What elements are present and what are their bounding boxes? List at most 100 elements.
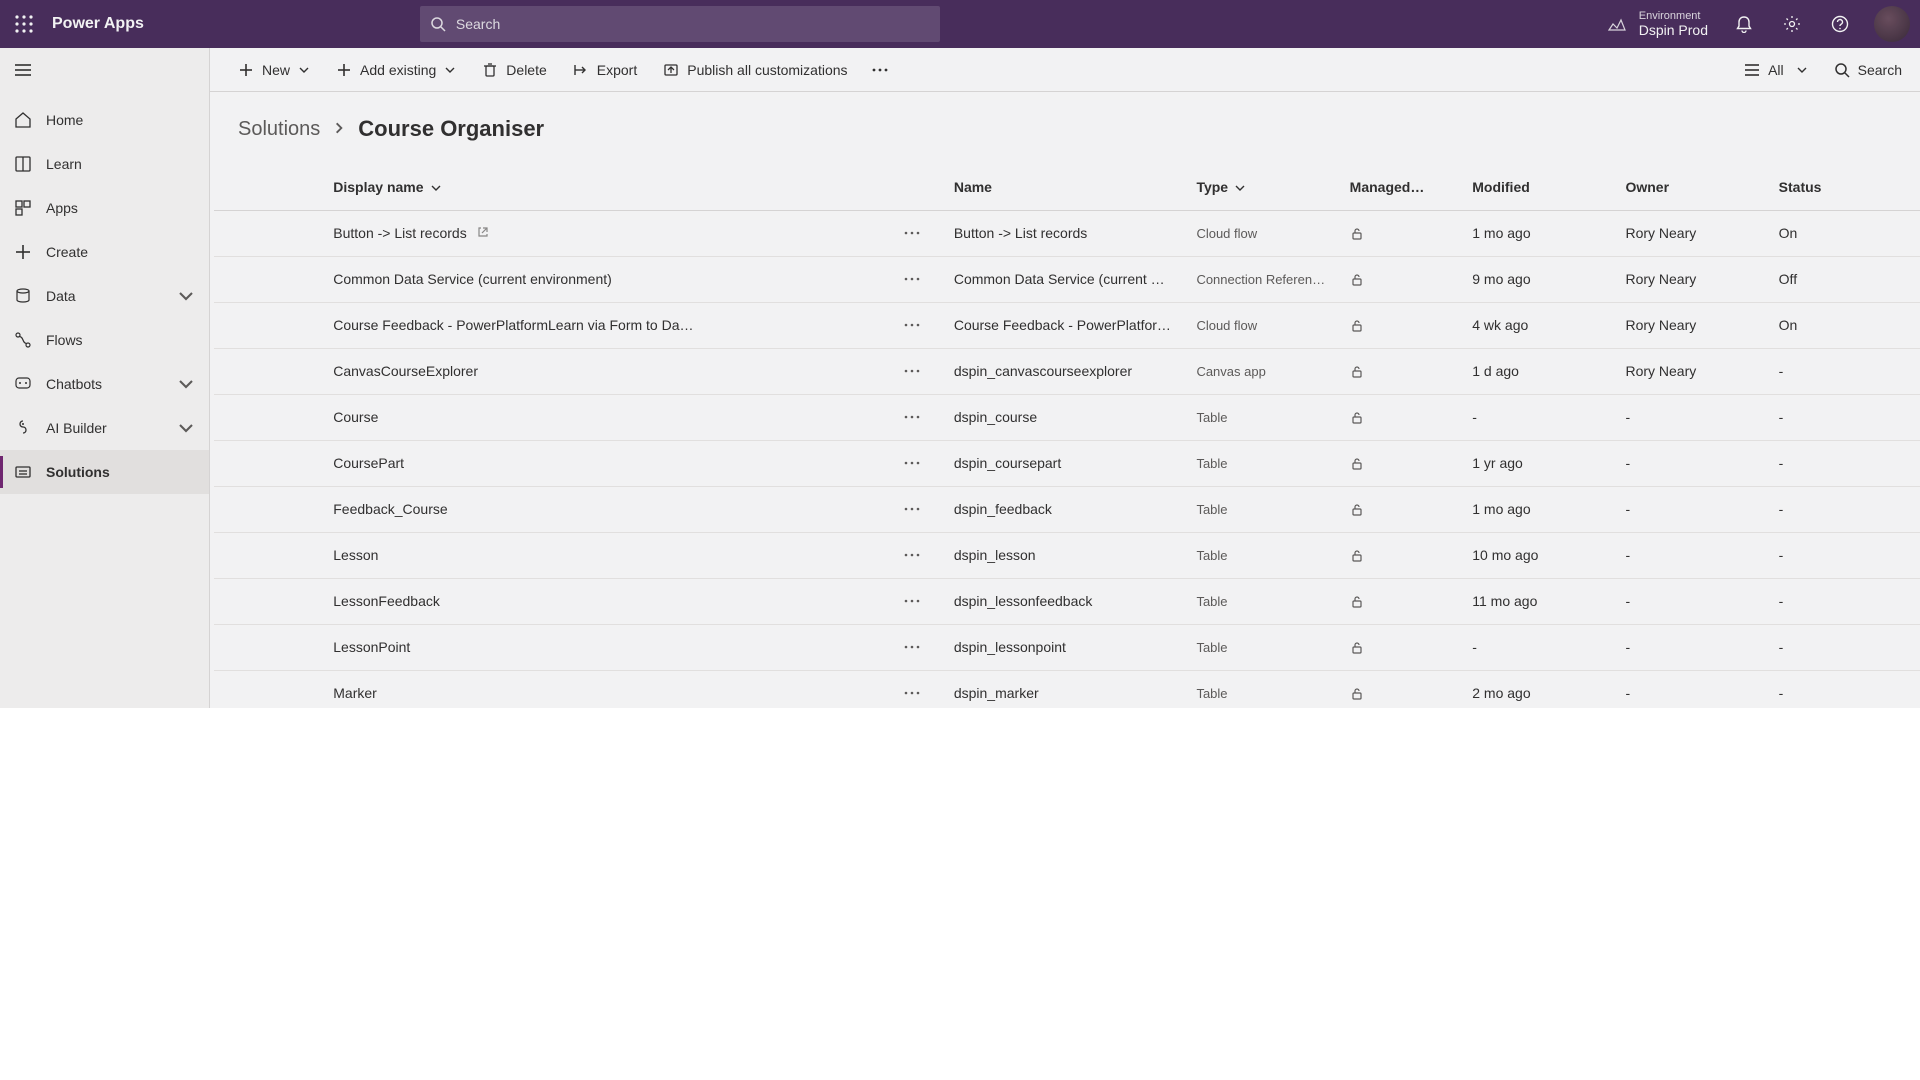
cell-display-name[interactable]: LessonPoint	[321, 624, 883, 670]
row-more-button[interactable]	[895, 441, 930, 486]
row-more-button[interactable]	[895, 303, 930, 348]
nav-icon	[14, 375, 32, 393]
col-name[interactable]: Name	[942, 164, 1185, 210]
row-more-button[interactable]	[895, 211, 930, 256]
nav-item-flows[interactable]: Flows	[0, 318, 209, 362]
row-select[interactable]	[214, 578, 275, 624]
add-existing-button[interactable]: Add existing	[326, 54, 466, 86]
nav-icon	[14, 419, 32, 437]
help-button[interactable]	[1816, 0, 1864, 48]
row-select[interactable]	[214, 670, 275, 708]
row-more-button[interactable]	[895, 579, 930, 624]
row-more-button[interactable]	[895, 395, 930, 440]
table-row[interactable]: Common Data Service (current environment…	[214, 256, 1920, 302]
nav-item-learn[interactable]: Learn	[0, 142, 209, 186]
command-search-label: Search	[1858, 62, 1902, 78]
cell-display-name[interactable]: Common Data Service (current environment…	[321, 256, 883, 302]
account-avatar[interactable]	[1874, 6, 1910, 42]
row-select[interactable]	[214, 624, 275, 670]
table-row[interactable]: Lessondspin_lessonTable10 mo ago--	[214, 532, 1920, 578]
nav-item-chatbots[interactable]: Chatbots	[0, 362, 209, 406]
cell-modified: 1 mo ago	[1460, 486, 1613, 532]
cell-display-name[interactable]: Button -> List records	[321, 210, 883, 256]
global-search[interactable]	[420, 6, 940, 42]
publish-all-button[interactable]: Publish all customizations	[653, 54, 857, 86]
cell-display-name[interactable]: LessonFeedback	[321, 578, 883, 624]
main-content: New Add existing Delete Export Publish a…	[210, 48, 1920, 708]
row-more-button[interactable]	[895, 257, 930, 302]
cell-display-name[interactable]: Lesson	[321, 532, 883, 578]
command-overflow-button[interactable]	[864, 54, 896, 86]
notifications-button[interactable]	[1720, 0, 1768, 48]
row-select[interactable]	[214, 302, 275, 348]
app-launcher-button[interactable]	[0, 0, 48, 48]
table-row[interactable]: Button -> List recordsButton -> List rec…	[214, 210, 1920, 256]
row-more-button[interactable]	[895, 487, 930, 532]
unlock-icon	[1350, 503, 1364, 517]
cell-name: dspin_feedback	[942, 486, 1185, 532]
cell-display-name[interactable]: CoursePart	[321, 440, 883, 486]
unlock-icon	[1350, 641, 1364, 655]
environment-picker[interactable]: Environment Dspin Prod	[1607, 10, 1720, 39]
table-header-row: Display name Name Type Managed… Modified…	[214, 164, 1920, 210]
cell-managed	[1338, 670, 1461, 708]
cell-name: dspin_lessonfeedback	[942, 578, 1185, 624]
global-search-input[interactable]	[456, 16, 930, 32]
nav-item-solutions[interactable]: Solutions	[0, 450, 209, 494]
export-button[interactable]: Export	[563, 54, 647, 86]
cell-modified: 1 yr ago	[1460, 440, 1613, 486]
table-row[interactable]: CanvasCourseExplorerdspin_canvascourseex…	[214, 348, 1920, 394]
table-row[interactable]: Markerdspin_markerTable2 mo ago--	[214, 670, 1920, 708]
nav-item-data[interactable]: Data	[0, 274, 209, 318]
table-row[interactable]: LessonPointdspin_lessonpointTable---	[214, 624, 1920, 670]
row-select[interactable]	[214, 256, 275, 302]
row-select[interactable]	[214, 486, 275, 532]
cell-display-name[interactable]: CanvasCourseExplorer	[321, 348, 883, 394]
row-more-button[interactable]	[895, 625, 930, 670]
cell-display-name[interactable]: Course	[321, 394, 883, 440]
cell-display-name[interactable]: Feedback_Course	[321, 486, 883, 532]
row-select[interactable]	[214, 532, 275, 578]
cell-status: Off	[1767, 256, 1920, 302]
nav-item-apps[interactable]: Apps	[0, 186, 209, 230]
nav-item-label: Chatbots	[46, 376, 102, 392]
cell-display-name[interactable]: Marker	[321, 670, 883, 708]
new-button[interactable]: New	[228, 54, 320, 86]
nav-item-home[interactable]: Home	[0, 98, 209, 142]
cell-name: Course Feedback - PowerPlatformLearn	[942, 302, 1185, 348]
delete-button[interactable]: Delete	[472, 54, 556, 86]
cell-display-name[interactable]: Course Feedback - PowerPlatformLearn via…	[321, 302, 883, 348]
table-row[interactable]: Course Feedback - PowerPlatformLearn via…	[214, 302, 1920, 348]
table-row[interactable]: Feedback_Course dspin_feedbackTable 1 mo a…	[214, 486, 1920, 532]
row-select[interactable]	[214, 210, 275, 256]
row-more-button[interactable]	[895, 349, 930, 394]
command-search[interactable]: Search	[1824, 62, 1902, 78]
col-modified[interactable]: Modified	[1460, 164, 1613, 210]
row-select[interactable]	[214, 394, 275, 440]
table-row[interactable]: LessonFeedbackdspin_lessonfeedbackTable1…	[214, 578, 1920, 624]
col-type[interactable]: Type	[1184, 164, 1337, 210]
chevron-down-icon	[444, 64, 456, 76]
solution-components-table[interactable]: Display name Name Type Managed… Modified…	[210, 164, 1920, 708]
nav-item-create[interactable]: Create	[0, 230, 209, 274]
table-row[interactable]: Coursedspin_courseTable---	[214, 394, 1920, 440]
view-filter-button[interactable]: All	[1734, 54, 1818, 86]
breadcrumb: Solutions Course Organiser	[210, 92, 1920, 164]
col-owner[interactable]: Owner	[1613, 164, 1766, 210]
row-more-button[interactable]	[895, 533, 930, 578]
settings-button[interactable]	[1768, 0, 1816, 48]
table-row[interactable]: CoursePartdspin_coursepartTable1 yr ago-…	[214, 440, 1920, 486]
row-select[interactable]	[214, 348, 275, 394]
nav-item-ai-builder[interactable]: AI Builder	[0, 406, 209, 450]
row-select[interactable]	[214, 440, 275, 486]
breadcrumb-root[interactable]: Solutions	[238, 118, 320, 141]
row-more-button[interactable]	[895, 671, 930, 709]
col-display-name[interactable]: Display name	[321, 164, 883, 210]
cell-status: -	[1767, 394, 1920, 440]
cell-type: Table	[1184, 486, 1337, 532]
col-status[interactable]: Status	[1767, 164, 1920, 210]
col-managed[interactable]: Managed…	[1338, 164, 1461, 210]
nav-collapse-button[interactable]	[0, 48, 209, 92]
cell-type: Table	[1184, 440, 1337, 486]
chevron-down-icon	[177, 419, 195, 437]
